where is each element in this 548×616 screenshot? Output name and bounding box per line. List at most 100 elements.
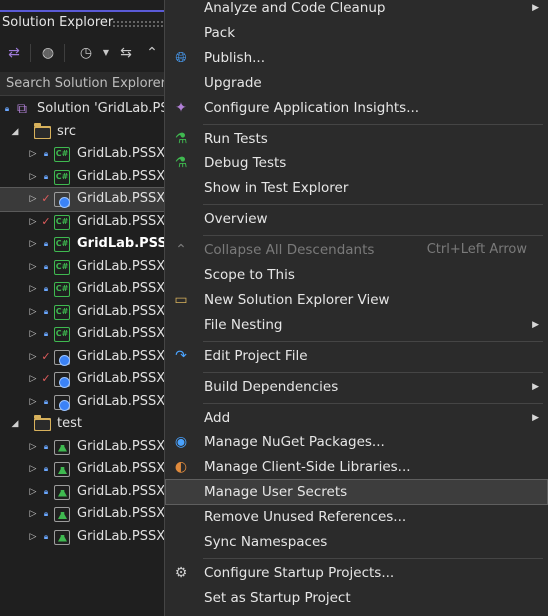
web-project-icon xyxy=(54,349,70,366)
tree-item[interactable]: ▷✓ GridLab.PSSX.A xyxy=(0,187,168,212)
menu-item-label: Set as Startup Project xyxy=(204,589,351,606)
tree-item[interactable]: ▷ 🔒︎ C# GridLab.PSSX xyxy=(0,233,168,256)
collapse-icon[interactable]: ⌃ xyxy=(142,43,162,63)
menu-item-pack[interactable]: Pack xyxy=(166,21,547,45)
tree-item[interactable]: ▷ 🔒︎ GridLab.PSSX.D xyxy=(0,458,168,481)
tree-item[interactable]: ▷ 🔒︎ GridLab.PSSX.T xyxy=(0,526,168,549)
collapsed-arrow-icon[interactable]: ▷ xyxy=(28,436,38,459)
menu-item-label: Configure Application Insights... xyxy=(204,99,420,116)
submenu-arrow-icon: ▶ xyxy=(532,412,539,423)
menu-item-build-dependencies[interactable]: Build Dependencies ▶ xyxy=(166,375,547,399)
tree-item[interactable]: ▷ 🔒︎ C# GridLab.PSSX.E xyxy=(0,278,168,301)
tree-item[interactable]: ▷ 🔒︎ C# GridLab.PSSX.D xyxy=(0,256,168,279)
collapsed-arrow-icon[interactable]: ▷ xyxy=(28,526,38,549)
collapsed-arrow-icon[interactable]: ▷ xyxy=(28,323,38,346)
menu-item-manage-client-side-libraries[interactable]: ◐ Manage Client-Side Libraries... xyxy=(166,455,547,479)
tree-item[interactable]: 🔒︎ ⧉ Solution 'GridLab.PSSX xyxy=(0,98,168,121)
panel-drag-handle[interactable] xyxy=(112,20,168,28)
menu-item-upgrade[interactable]: Upgrade xyxy=(166,71,547,95)
collapsed-arrow-icon[interactable]: ▷ xyxy=(28,188,38,211)
tree-item-label: Solution 'GridLab.PSSX xyxy=(37,101,168,116)
menu-item-overview[interactable]: Overview xyxy=(166,207,547,231)
menu-item-configure-application-insights[interactable]: ✦ Configure Application Insights... xyxy=(166,96,547,120)
collapsed-arrow-icon[interactable]: ▷ xyxy=(28,368,38,391)
collapsed-arrow-icon[interactable]: ▷ xyxy=(28,278,38,301)
collapsed-arrow-icon[interactable]: ▷ xyxy=(28,143,38,166)
tree-item[interactable]: ▷ 🔒︎ C# GridLab.PSSX.H xyxy=(0,301,168,324)
tree-item[interactable]: ▷ 🔒︎ C# GridLab.PSSX.A xyxy=(0,166,168,189)
tree-item[interactable]: ▷ 🔒︎ GridLab.PSSX.W xyxy=(0,391,168,414)
collapsed-arrow-icon[interactable]: ▷ xyxy=(28,233,38,256)
menu-item-manage-nuget-packages[interactable]: ◉ Manage NuGet Packages... xyxy=(166,430,547,454)
menu-item-remove-unused-references[interactable]: Remove Unused References... xyxy=(166,505,547,529)
tree-item-label: GridLab.PSSX.A xyxy=(77,146,168,161)
expanded-arrow-icon[interactable]: ◢ xyxy=(10,413,20,436)
tree-item[interactable]: ▷✓C# GridLab.PSSX.D xyxy=(0,211,168,234)
menu-item-set-as-startup-project[interactable]: Set as Startup Project xyxy=(166,586,547,610)
tree-item-label: GridLab.PSSX.D xyxy=(77,461,168,476)
test-project-icon xyxy=(54,484,70,500)
menu-item-label: Manage NuGet Packages... xyxy=(204,434,385,451)
menu-item-edit-project-file[interactable]: ↷ Edit Project File xyxy=(166,344,547,368)
menu-item-label: Configure Startup Projects... xyxy=(204,564,395,581)
lock-icon: 🔒︎ xyxy=(43,329,49,338)
menu-item-debug[interactable]: Debug ▶ xyxy=(166,611,547,616)
solution-home-icon[interactable]: ◍ xyxy=(38,43,58,63)
debug-tests-icon: ⚗ xyxy=(174,155,188,172)
collapsed-arrow-icon[interactable]: ▷ xyxy=(28,503,38,526)
tree-item[interactable]: ▷✓ GridLab.PSSX.H xyxy=(0,346,168,369)
menu-item-label: Build Dependencies xyxy=(204,378,339,395)
menu-item-scope-to-this[interactable]: Scope to This xyxy=(166,263,547,287)
tree-item-label: GridLab.PSSX.H xyxy=(77,348,168,364)
toolbar-separator xyxy=(64,44,65,62)
collapsed-arrow-icon[interactable]: ▷ xyxy=(28,166,38,189)
tree-item-label: GridLab.PSSX xyxy=(77,236,168,251)
expanded-arrow-icon[interactable]: ◢ xyxy=(10,121,20,144)
menu-item-label: Debug xyxy=(204,611,248,616)
menu-item-run-tests[interactable]: ⚗ Run Tests xyxy=(166,127,547,151)
menu-item-debug-tests[interactable]: ⚗ Debug Tests xyxy=(166,151,547,175)
menu-item-configure-startup-projects[interactable]: ⚙ Configure Startup Projects... xyxy=(166,561,547,585)
tree-item[interactable]: ▷ 🔒︎ GridLab.PSSX.A xyxy=(0,436,168,459)
menu-item-analyze-and-code-cleanup[interactable]: Analyze and Code Cleanup ▶ xyxy=(166,0,547,20)
edit-project-icon: ↷ xyxy=(175,347,187,364)
collapsed-arrow-icon[interactable]: ▷ xyxy=(28,301,38,324)
dropdown-icon[interactable]: ▼ xyxy=(96,43,116,63)
collapsed-arrow-icon[interactable]: ▷ xyxy=(28,481,38,504)
menu-item-publish[interactable]: 🌐︎ Publish... xyxy=(166,46,547,70)
menu-item-new-solution-explorer-view[interactable]: ▭ New Solution Explorer View xyxy=(166,288,547,312)
lock-icon: 🔒︎ xyxy=(43,239,49,248)
tree-item[interactable]: ▷ 🔒︎ C# GridLab.PSSX.A xyxy=(0,143,168,166)
csharp-project-icon: C# xyxy=(54,214,70,230)
history-icon[interactable]: ◷ xyxy=(76,43,96,63)
tree-item[interactable]: ▷ 🔒︎ GridLab.PSSX.E xyxy=(0,481,168,504)
tree-item[interactable]: ◢ test xyxy=(0,413,168,436)
sync-icon[interactable]: ⇄ xyxy=(4,43,24,63)
lock-icon: 🔒︎ xyxy=(43,306,49,316)
collapsed-arrow-icon[interactable]: ▷ xyxy=(28,458,38,481)
tree-item-label: GridLab.PSSX.W xyxy=(77,393,168,409)
search-input[interactable]: Search Solution Explorer (C xyxy=(0,72,168,96)
menu-item-manage-user-secrets[interactable]: Manage User Secrets xyxy=(165,479,548,506)
tree-item[interactable]: ◢ src xyxy=(0,121,168,144)
collapsed-arrow-icon[interactable]: ▷ xyxy=(28,211,38,234)
menu-item-add[interactable]: Add ▶ xyxy=(166,406,547,430)
menu-item-show-in-test-explorer[interactable]: Show in Test Explorer xyxy=(166,176,547,200)
csharp-project-icon: C# xyxy=(54,147,70,162)
collapsed-arrow-icon[interactable]: ▷ xyxy=(28,346,38,369)
menu-item-sync-namespaces[interactable]: Sync Namespaces xyxy=(166,530,547,554)
tree-item[interactable]: ▷ 🔒︎ GridLab.PSSX.H xyxy=(0,503,168,526)
tree-item[interactable]: ▷ 🔒︎ C# GridLab.PSSX.H xyxy=(0,323,168,346)
toolbar-separator xyxy=(30,44,31,62)
menu-separator xyxy=(203,235,543,237)
web-project-icon xyxy=(54,372,70,388)
switch-views-icon[interactable]: ⇆ xyxy=(116,43,136,63)
collapsed-arrow-icon[interactable]: ▷ xyxy=(28,256,38,279)
lock-icon: 🔒︎ xyxy=(4,104,10,113)
menu-item-label: Pack xyxy=(204,24,236,41)
collapsed-arrow-icon[interactable]: ▷ xyxy=(28,391,38,414)
menu-item-collapse-all-descendants: ⌃ Collapse All Descendants Ctrl+Left Arrow xyxy=(166,238,547,262)
tree-item-label: src xyxy=(57,123,76,139)
menu-item-file-nesting[interactable]: File Nesting ▶ xyxy=(166,313,547,337)
tree-item[interactable]: ▷✓ GridLab.PSSX.W xyxy=(0,368,168,391)
